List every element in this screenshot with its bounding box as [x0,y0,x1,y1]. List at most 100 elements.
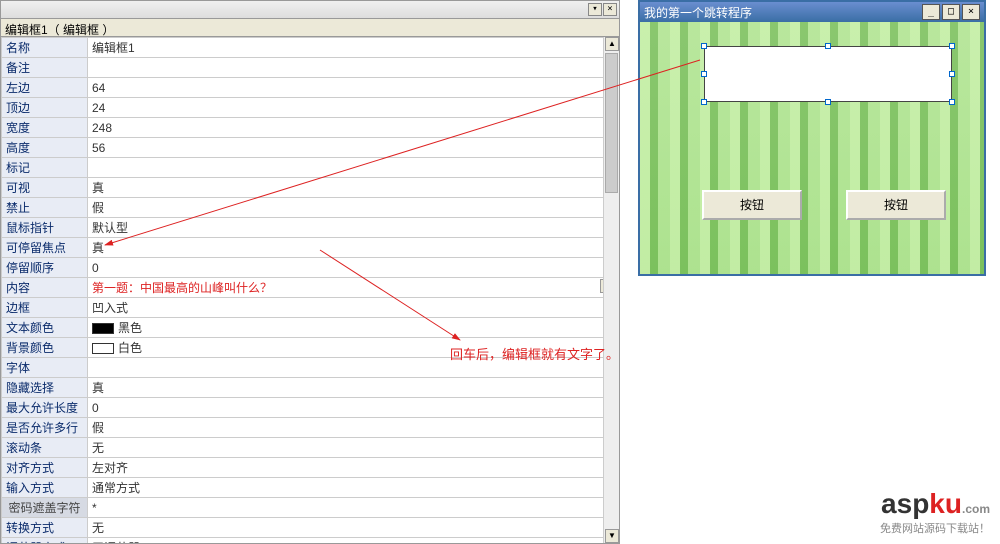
property-label: 内容 [2,278,88,298]
property-row[interactable]: 最大允许长度0 [2,398,619,418]
property-label: 密码遮盖字符 [2,498,88,518]
property-label: 备注 [2,58,88,78]
property-label: 宽度 [2,118,88,138]
property-row[interactable]: 密码遮盖字符* [2,498,619,518]
resize-handle[interactable] [701,43,707,49]
property-label: 高度 [2,138,88,158]
property-value[interactable]: 无调节器 [88,538,619,544]
maximize-button[interactable]: □ [942,4,960,20]
panel-titlebar: ▾ × [1,1,619,19]
resize-handle[interactable] [701,99,707,105]
property-value[interactable]: 假 [88,418,619,438]
preview-titlebar[interactable]: 我的第一个跳转程序 _ □ × [640,2,984,22]
property-label: 背景颜色 [2,338,88,358]
property-value[interactable]: 编辑框1 [88,38,619,58]
property-grid[interactable]: 名称编辑框1备注左边64顶边24宽度248高度56标记可视真禁止假鼠标指针默认型… [1,37,619,543]
property-label: 鼠标指针 [2,218,88,238]
property-row[interactable]: 停留顺序0 [2,258,619,278]
watermark: aspku.com 免费网站源码下载站！ [880,488,990,536]
property-row[interactable]: 顶边24 [2,98,619,118]
property-value[interactable]: 左对齐 [88,458,619,478]
property-value[interactable]: 假 [88,198,619,218]
property-row[interactable]: 调节器方式无调节器 [2,538,619,544]
property-label: 是否允许多行 [2,418,88,438]
property-value[interactable]: 248 [88,118,619,138]
property-value[interactable]: 通常方式 [88,478,619,498]
property-label: 字体 [2,358,88,378]
property-row[interactable]: 隐藏选择真 [2,378,619,398]
property-value[interactable]: 24 [88,98,619,118]
property-value[interactable]: 0 [88,398,619,418]
property-row[interactable]: 对齐方式左对齐 [2,458,619,478]
property-row[interactable]: 可视真 [2,178,619,198]
property-value[interactable]: 黑色 [88,318,619,338]
panel-close-button[interactable]: × [603,3,617,16]
property-label: 可视 [2,178,88,198]
property-row[interactable]: 转换方式无 [2,518,619,538]
resize-handle[interactable] [825,43,831,49]
resize-handle[interactable] [949,99,955,105]
resize-handle[interactable] [825,99,831,105]
property-row[interactable]: 名称编辑框1 [2,38,619,58]
property-row[interactable]: 高度56 [2,138,619,158]
scroll-down-arrow[interactable]: ▼ [605,529,619,543]
property-value[interactable]: 真 [88,238,619,258]
panel-pin-button[interactable]: ▾ [588,3,602,16]
property-label: 最大允许长度 [2,398,88,418]
property-panel: ▾ × 编辑框1（ 编辑框 ） 名称编辑框1备注左边64顶边24宽度248高度5… [0,0,620,544]
property-row[interactable]: 滚动条无 [2,438,619,458]
property-row[interactable]: 备注 [2,58,619,78]
property-label: 停留顺序 [2,258,88,278]
property-row[interactable]: 鼠标指针默认型 [2,218,619,238]
property-row[interactable]: 边框凹入式 [2,298,619,318]
property-value[interactable]: 0 [88,258,619,278]
minimize-button[interactable]: _ [922,4,940,20]
color-swatch [92,323,114,334]
property-row[interactable]: 禁止假 [2,198,619,218]
property-label: 输入方式 [2,478,88,498]
property-row[interactable]: 可停留焦点真 [2,238,619,258]
property-row[interactable]: 是否允许多行假 [2,418,619,438]
preview-client-area[interactable]: 按钮 按钮 [640,22,984,274]
resize-handle[interactable] [701,71,707,77]
resize-handle[interactable] [949,43,955,49]
property-label: 转换方式 [2,518,88,538]
property-label: 滚动条 [2,438,88,458]
property-label: 调节器方式 [2,538,88,544]
scroll-up-arrow[interactable]: ▲ [605,37,619,51]
property-label: 对齐方式 [2,458,88,478]
property-value[interactable]: * [88,498,619,518]
property-value[interactable]: 凹入式 [88,298,619,318]
property-value[interactable]: 无 [88,438,619,458]
property-row[interactable]: 文本颜色黑色 [2,318,619,338]
preview-button-2[interactable]: 按钮 [846,190,946,220]
property-label: 标记 [2,158,88,178]
property-value[interactable] [88,158,619,178]
property-value[interactable]: 真 [88,178,619,198]
editbox-preview[interactable] [704,46,952,102]
scroll-thumb[interactable] [605,53,618,193]
property-label: 可停留焦点 [2,238,88,258]
property-value[interactable]: 64 [88,78,619,98]
property-label: 顶边 [2,98,88,118]
property-row[interactable]: 输入方式通常方式 [2,478,619,498]
property-value[interactable]: 56 [88,138,619,158]
property-value[interactable] [88,58,619,78]
property-row[interactable]: 左边64 [2,78,619,98]
property-value[interactable]: 无 [88,518,619,538]
property-label: 边框 [2,298,88,318]
color-swatch [92,343,114,354]
preview-window: 我的第一个跳转程序 _ □ × 按钮 按钮 [638,0,986,276]
property-value[interactable]: 默认型 [88,218,619,238]
resize-handle[interactable] [949,71,955,77]
vertical-scrollbar[interactable]: ▲ ▼ [603,37,619,543]
property-row[interactable]: 宽度248 [2,118,619,138]
panel-header: 编辑框1（ 编辑框 ） [1,19,619,37]
property-row[interactable]: 标记 [2,158,619,178]
preview-button-1[interactable]: 按钮 [702,190,802,220]
close-button[interactable]: × [962,4,980,20]
property-row[interactable]: 内容第一题：中国最高的山峰叫什么？... [2,278,619,298]
property-label: 禁止 [2,198,88,218]
property-value[interactable]: 第一题：中国最高的山峰叫什么？... [88,278,619,298]
property-value[interactable]: 真 [88,378,619,398]
